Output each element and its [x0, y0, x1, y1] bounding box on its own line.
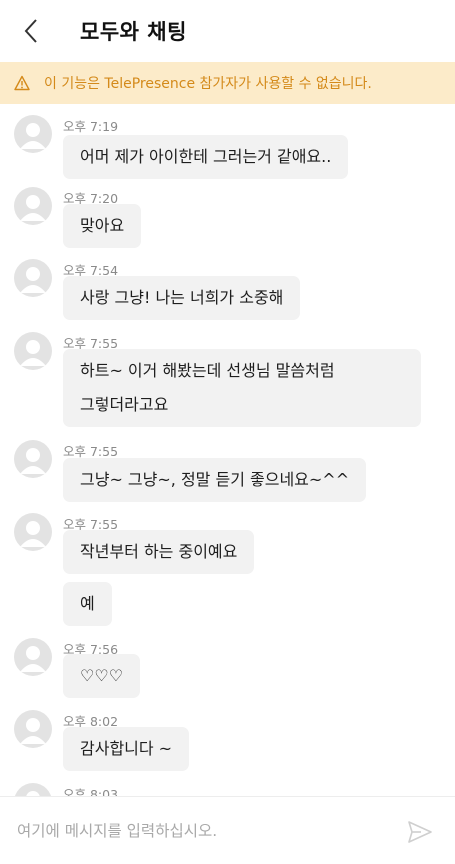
avatar [14, 440, 52, 478]
message-time: 오후 7:19 [63, 119, 119, 134]
message-bubble[interactable]: 어머 제가 아이한테 그러는거 같애요.. [63, 135, 349, 179]
message-line: 하트~ 이거 해봤는데 선생님 말씀처럼 [80, 361, 335, 380]
message-bubble[interactable]: 맞아요 [63, 204, 142, 248]
back-button[interactable] [0, 0, 62, 62]
avatar [14, 638, 52, 676]
avatar [14, 332, 52, 370]
page-title: 모두와 채팅 [80, 20, 187, 44]
warning-banner: 이 기능은 TelePresence 참가자가 사용할 수 없습니다. [0, 62, 455, 104]
user-placeholder-icon [26, 791, 40, 796]
message-bubble[interactable]: 예 [63, 582, 112, 626]
avatar [14, 513, 52, 551]
message-time: 오후 8:03 [63, 787, 119, 796]
user-placeholder-icon [20, 521, 46, 547]
message-bubble[interactable]: 감사합니다 ~ [63, 727, 190, 771]
chat-header: 모두와 채팅 [0, 0, 455, 62]
avatar [14, 783, 52, 796]
avatar [14, 115, 52, 153]
user-placeholder-icon [20, 718, 46, 744]
message-composer [0, 796, 455, 864]
avatar [14, 710, 52, 748]
avatar [14, 259, 52, 297]
message-list[interactable]: 오후 7:19 어머 제가 아이한테 그러는거 같애요.. 오후 7:20 맞아… [0, 104, 455, 796]
message-bubble[interactable]: 사랑 그냥! 나는 너희가 소중해 [63, 276, 301, 320]
user-placeholder-icon [20, 267, 46, 293]
warning-text: 이 기능은 TelePresence 참가자가 사용할 수 없습니다. [44, 76, 372, 92]
message-bubble[interactable]: 그냥~ 그냥~, 정말 듣기 좋으네요~^^ [63, 458, 367, 502]
send-icon[interactable] [407, 819, 433, 845]
message-input[interactable] [17, 821, 387, 840]
chevron-left-icon [24, 19, 37, 43]
message-bubble[interactable]: 하트~ 이거 해봤는데 선생님 말씀처럼 그렇더라고요 [63, 349, 421, 427]
user-placeholder-icon [20, 448, 46, 474]
message-bubble[interactable]: 작년부터 하는 중이예요 [63, 530, 255, 574]
user-placeholder-icon [20, 123, 46, 149]
user-placeholder-icon [20, 195, 46, 221]
avatar [14, 187, 52, 225]
message-bubble[interactable]: ♡♡♡ [63, 654, 141, 698]
user-placeholder-icon [20, 340, 46, 366]
warning-triangle-icon [14, 75, 30, 91]
message-line: 그렇더라고요 [80, 395, 169, 414]
user-placeholder-icon [20, 646, 46, 672]
